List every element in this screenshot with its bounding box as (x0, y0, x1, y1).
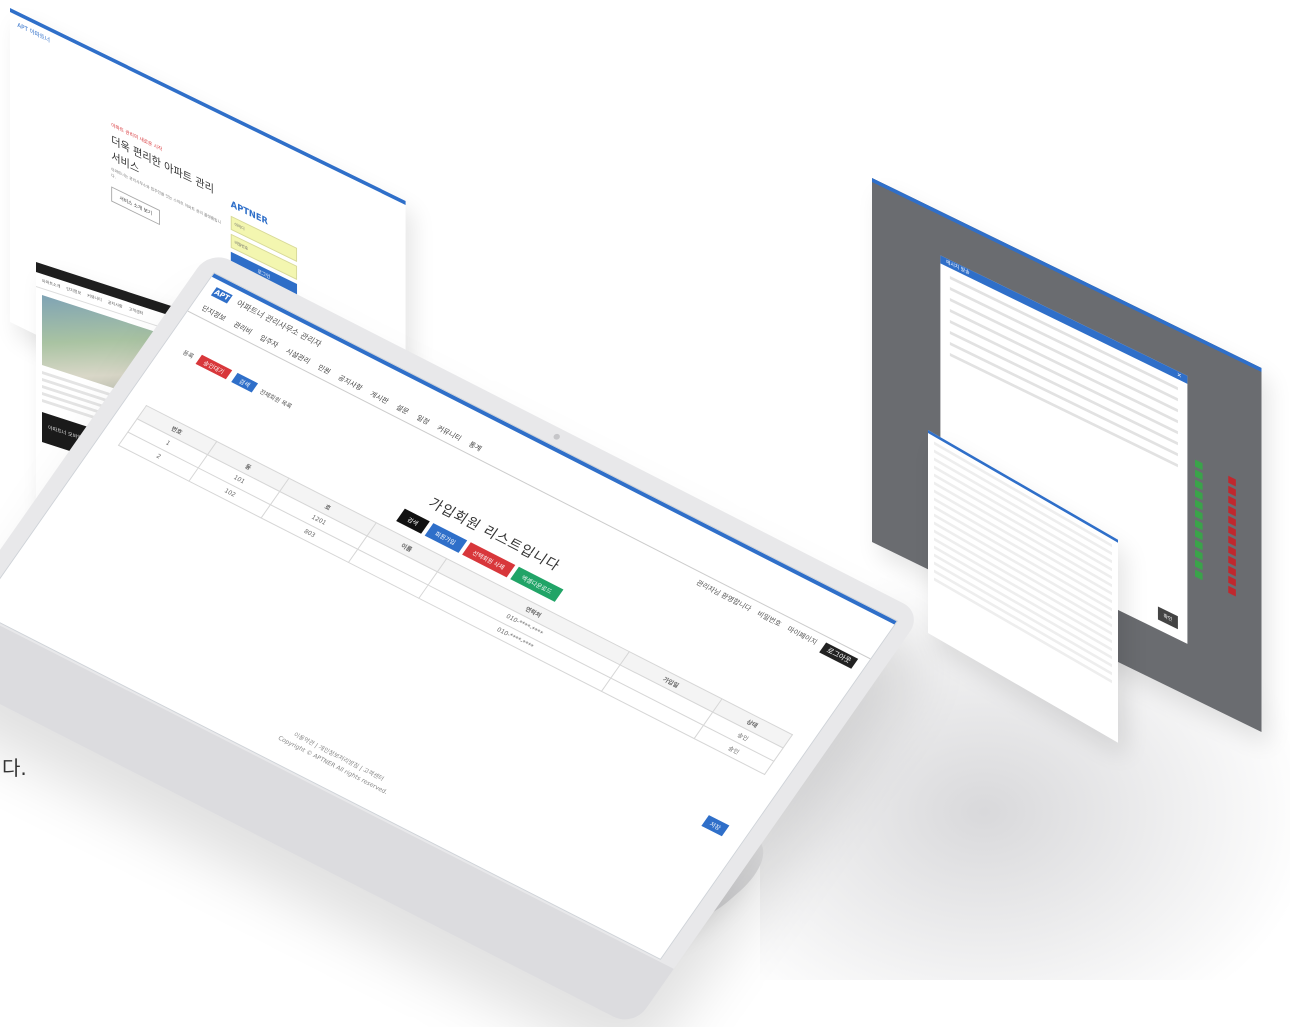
modal-title: 메시지 발송 (946, 259, 970, 277)
status-indicators-green (1195, 459, 1203, 584)
save-button[interactable]: 저장 (701, 815, 730, 837)
fragment-text: 다. (2, 756, 27, 780)
modal-ok-button[interactable]: 확인 (1157, 606, 1178, 630)
site-nav-item[interactable]: 아파트소개 (42, 278, 60, 290)
status-indicators-red (1228, 475, 1236, 600)
site-nav-item[interactable]: 커뮤니티 (87, 293, 102, 304)
search-tag[interactable]: 검색 (231, 372, 259, 393)
filter-label: 등록 (180, 349, 195, 361)
nav-item[interactable]: 일정 (414, 413, 431, 427)
app-logo[interactable]: APT (211, 286, 234, 304)
camera-dot (552, 432, 562, 441)
close-icon[interactable]: × (1177, 371, 1182, 381)
login-hero: 아파트 관리의 새로운 시작 더욱 편리한 아파트 관리서비스 아파트너는 관리… (111, 121, 221, 255)
nav-item[interactable]: 게시판 (368, 389, 391, 406)
nav-item[interactable]: 관리비 (231, 320, 254, 337)
nav-item[interactable]: 통계 (466, 440, 483, 454)
search-button[interactable]: 검색 (396, 508, 430, 534)
site-nav-item[interactable]: 공지사항 (108, 299, 123, 310)
nav-item[interactable]: 설문 (394, 403, 411, 417)
site-nav-item[interactable]: 단지정보 (66, 286, 81, 297)
nav-item[interactable]: 입주자 (257, 333, 280, 350)
nav-item[interactable]: 민원 (315, 363, 332, 377)
site-nav-item[interactable]: 고객센터 (129, 306, 144, 317)
